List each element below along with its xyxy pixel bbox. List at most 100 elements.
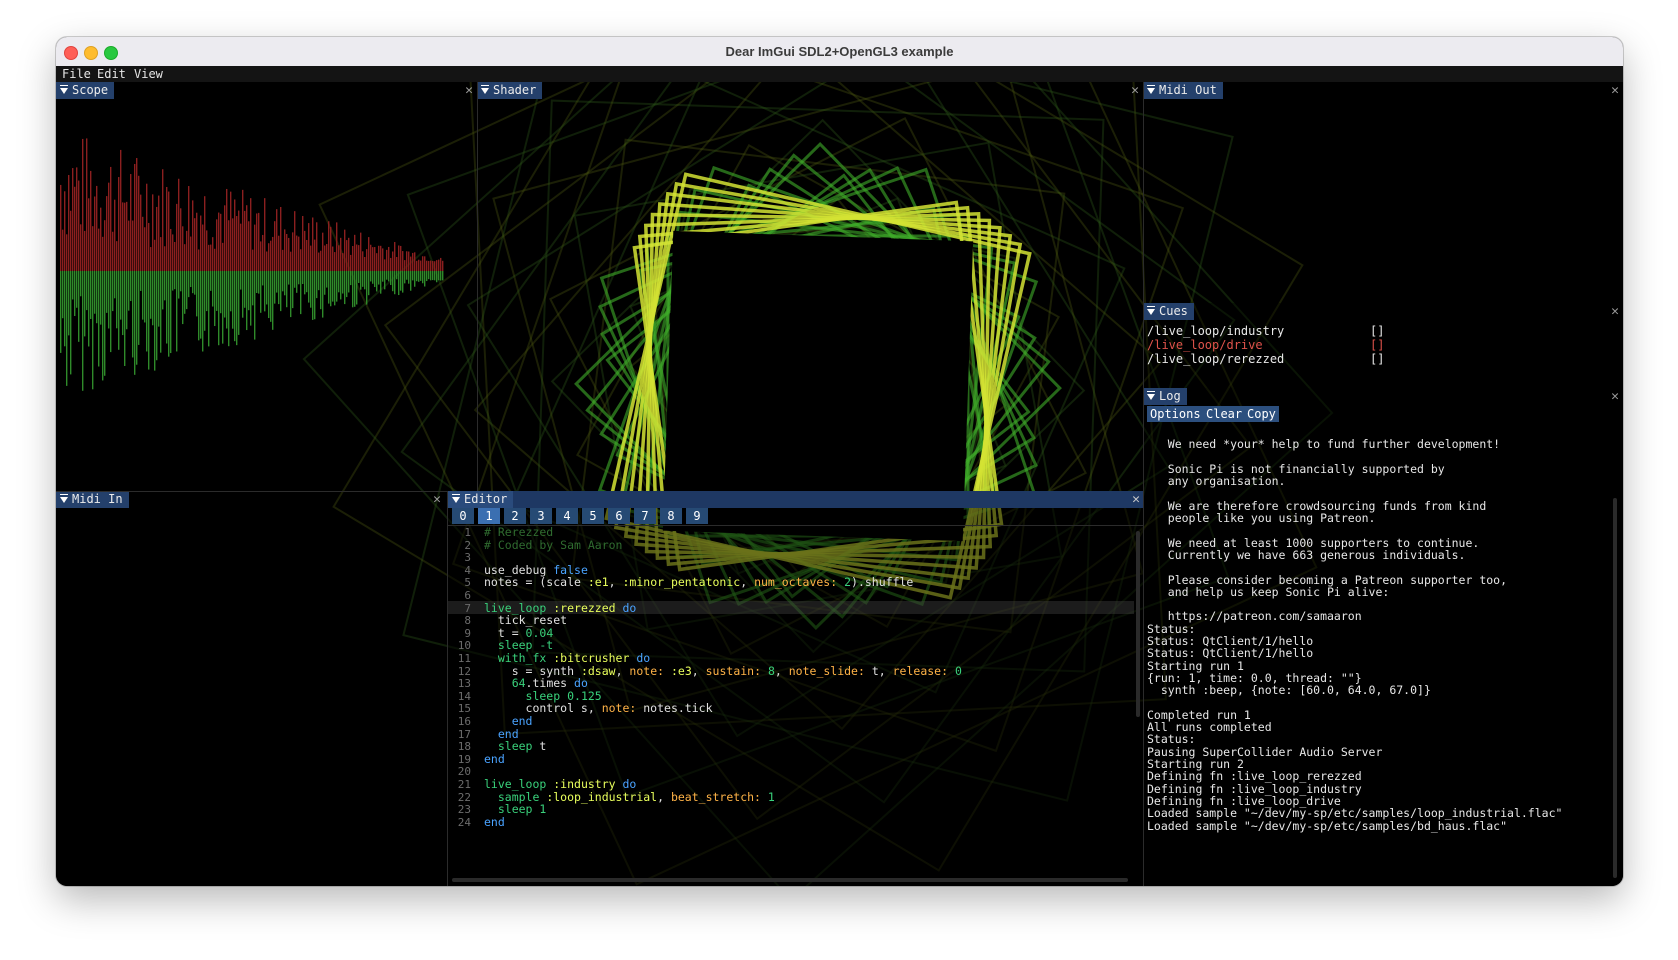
log-line: Loaded sample "~/dev/my-sp/etc/samples/b… xyxy=(1147,818,1508,833)
scope-bar-right xyxy=(192,271,194,294)
scope-bar-left xyxy=(432,260,434,271)
buffer-tab-9[interactable]: 9 xyxy=(686,508,708,524)
line-number: 8 xyxy=(464,614,471,628)
log-tab[interactable]: Log xyxy=(1143,388,1187,405)
collapse-icon[interactable] xyxy=(1147,85,1155,94)
scope-bar-left xyxy=(322,232,324,271)
buffer-tab-7[interactable]: 7 xyxy=(634,508,656,524)
shader-title-bar[interactable]: Shader ✕ xyxy=(477,82,1143,99)
editor-close-icon[interactable]: ✕ xyxy=(1132,491,1140,508)
scope-bar-right xyxy=(422,271,424,284)
buffer-tab-3[interactable]: 3 xyxy=(530,508,552,524)
log-copy-button[interactable]: Copy xyxy=(1244,406,1279,422)
scope-bar-right xyxy=(226,271,228,329)
scope-bar-right xyxy=(280,271,282,312)
scope-bar-right xyxy=(312,271,314,320)
collapse-icon[interactable] xyxy=(481,85,489,94)
scope-bar-right xyxy=(246,271,248,331)
buffer-tab-1[interactable]: 1 xyxy=(478,508,500,524)
scope-bar-right xyxy=(98,271,100,367)
menu-file[interactable]: File xyxy=(62,66,91,82)
collapse-icon[interactable] xyxy=(452,494,460,503)
editor-tab[interactable]: Editor xyxy=(448,491,514,508)
scope-bar-left xyxy=(104,220,106,271)
scope-bar-right xyxy=(148,271,150,370)
scope-title-bar[interactable]: Scope ✕ xyxy=(56,82,477,99)
editor-h-scrollbar[interactable] xyxy=(452,878,1128,882)
buffer-tab-8[interactable]: 8 xyxy=(660,508,682,524)
menu-edit[interactable]: Edit xyxy=(97,66,126,82)
scope-bar-left xyxy=(368,237,370,271)
scope-bar-right xyxy=(146,271,148,352)
scope-bar-right xyxy=(66,271,68,386)
scope-bar-right xyxy=(354,271,356,307)
collapse-icon[interactable] xyxy=(1147,391,1155,400)
cue-value: [] xyxy=(1370,338,1385,352)
scope-bar-right xyxy=(198,271,200,341)
scope-bar-left xyxy=(324,245,326,271)
log-clear-button[interactable]: Clear xyxy=(1203,406,1246,422)
buffer-tab-0[interactable]: 0 xyxy=(452,508,474,524)
shader-close-icon[interactable]: ✕ xyxy=(1131,82,1139,99)
buffer-tab-4[interactable]: 4 xyxy=(556,508,578,524)
scope-bar-left xyxy=(438,259,440,271)
scope-bar-left xyxy=(102,236,104,271)
code-area[interactable]: 1 # Rerezzed 2 # Coded by Sam Aaron 3 4 use_de… xyxy=(448,525,1144,878)
editor-v-scrollbar[interactable] xyxy=(1136,531,1140,717)
buffer-tab-6[interactable]: 6 xyxy=(608,508,630,524)
scope-bar-right xyxy=(344,271,346,305)
cues-close-icon[interactable]: ✕ xyxy=(1611,303,1619,320)
menu-view[interactable]: View xyxy=(134,66,163,82)
collapse-icon[interactable] xyxy=(1147,306,1155,315)
log-line: We need *your* help to fund further deve… xyxy=(1147,437,1501,452)
editor-title-bar[interactable]: Editor ✕ xyxy=(448,491,1144,508)
midi-out-title-bar[interactable]: Midi Out ✕ xyxy=(1143,82,1623,99)
scope-bar-right xyxy=(382,271,384,282)
scope-bar-right xyxy=(388,271,390,282)
scope-bar-left xyxy=(158,195,160,271)
midi-in-close-icon[interactable]: ✕ xyxy=(433,491,441,508)
scope-bar-left xyxy=(240,223,242,271)
collapse-icon[interactable] xyxy=(60,494,68,503)
scope-bar-right xyxy=(172,271,174,291)
shader-tab[interactable]: Shader xyxy=(477,82,543,99)
scope-bar-right xyxy=(154,271,156,371)
buffer-tab-2[interactable]: 2 xyxy=(504,508,526,524)
scope-bar-right xyxy=(186,271,188,310)
scope-bar-left xyxy=(218,212,220,271)
scope-bar-right xyxy=(272,271,274,330)
log-title-bar[interactable]: Log ✕ xyxy=(1143,388,1623,405)
scope-bar-left xyxy=(150,247,152,271)
scope-bar-left xyxy=(210,244,212,271)
divider xyxy=(56,491,447,492)
cues-title-bar[interactable]: Cues ✕ xyxy=(1143,303,1623,320)
scope-bar-left xyxy=(380,245,382,271)
log-options-button[interactable]: Options xyxy=(1147,406,1204,422)
buffer-tab-5[interactable]: 5 xyxy=(582,508,604,524)
scope-bar-right xyxy=(140,271,142,291)
log-scrollbar[interactable] xyxy=(1613,498,1617,878)
midi-in-title-bar[interactable]: Midi In ✕ xyxy=(56,491,445,508)
scope-bar-left xyxy=(412,252,414,271)
scope-bar-left xyxy=(180,208,182,271)
scope-bar-left xyxy=(408,251,410,271)
midi-in-tab[interactable]: Midi In xyxy=(56,491,129,508)
scope-bar-right xyxy=(232,271,234,329)
log-close-icon[interactable]: ✕ xyxy=(1611,388,1619,405)
midi-out-close-icon[interactable]: ✕ xyxy=(1611,82,1619,99)
scope-bar-right xyxy=(362,271,364,287)
log-line: synth :beep, {note: [60.0, 64.0, 67.0]} xyxy=(1147,683,1431,698)
cues-tab[interactable]: Cues xyxy=(1143,303,1194,320)
collapse-icon[interactable] xyxy=(60,85,68,94)
scope-bar-left xyxy=(410,256,412,271)
scope-bar-left xyxy=(252,249,254,271)
scope-bar-right xyxy=(210,271,212,291)
scope-bar-right xyxy=(366,271,368,305)
midi-out-tab[interactable]: Midi Out xyxy=(1143,82,1223,99)
scope-bar-left xyxy=(154,239,156,271)
scope-bar-left xyxy=(204,196,206,271)
scope-bar-left xyxy=(128,220,130,271)
scope-bar-right xyxy=(370,271,372,282)
scope-tab[interactable]: Scope xyxy=(56,82,115,99)
scope-close-icon[interactable]: ✕ xyxy=(465,82,473,99)
